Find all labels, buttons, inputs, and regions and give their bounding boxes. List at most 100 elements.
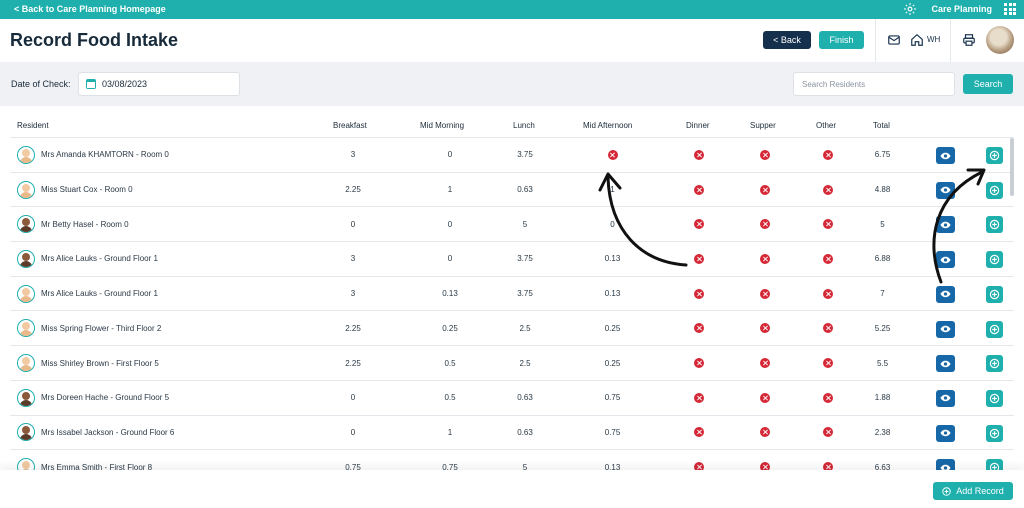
missing-entry-icon[interactable] <box>823 149 833 160</box>
missing-entry-icon[interactable] <box>823 323 833 334</box>
missing-entry-icon[interactable] <box>694 149 704 160</box>
cell-dinner[interactable] <box>689 277 709 311</box>
add-intake-button[interactable] <box>986 355 1003 373</box>
back-to-homepage-link[interactable]: < Back to Care Planning Homepage <box>14 4 166 14</box>
missing-entry-icon[interactable] <box>694 392 704 403</box>
view-button[interactable] <box>936 181 955 199</box>
missing-entry-icon[interactable] <box>694 323 704 334</box>
cell-other[interactable] <box>818 138 838 172</box>
add-intake-button[interactable] <box>986 285 1003 303</box>
cell-dinner[interactable] <box>689 207 709 241</box>
cell-other[interactable] <box>818 381 838 415</box>
back-button[interactable]: < Back <box>763 31 811 49</box>
cell-supper[interactable] <box>755 312 775 346</box>
cell-supper[interactable] <box>755 173 775 207</box>
view-button[interactable] <box>936 285 955 303</box>
missing-entry-icon[interactable] <box>694 427 704 438</box>
cell-other[interactable] <box>818 312 838 346</box>
cell-dinner[interactable] <box>689 381 709 415</box>
search-residents-input[interactable] <box>793 72 955 96</box>
cell-supper[interactable] <box>755 277 775 311</box>
missing-entry-icon[interactable] <box>823 288 833 299</box>
grid-icon[interactable] <box>1004 3 1016 15</box>
view-button[interactable] <box>936 389 955 407</box>
missing-entry-icon[interactable] <box>760 184 770 195</box>
cell-supper[interactable] <box>755 242 775 276</box>
missing-entry-icon[interactable] <box>694 253 704 264</box>
view-button[interactable] <box>936 320 955 338</box>
missing-entry-icon[interactable] <box>760 427 770 438</box>
resident-name: Mrs Issabel Jackson - Ground Floor 6 <box>41 427 175 437</box>
cell-other[interactable] <box>818 416 838 450</box>
cell-other[interactable] <box>818 207 838 241</box>
cell-dinner[interactable] <box>689 138 709 172</box>
finish-button[interactable]: Finish <box>819 31 864 49</box>
cell-supper[interactable] <box>755 416 775 450</box>
view-button[interactable] <box>936 216 955 234</box>
missing-entry-icon[interactable] <box>823 219 833 230</box>
cell-supper[interactable] <box>755 381 775 415</box>
cell-other[interactable] <box>818 346 838 380</box>
missing-entry-icon[interactable] <box>823 253 833 264</box>
add-intake-button[interactable] <box>986 147 1003 164</box>
missing-entry-icon[interactable] <box>823 427 833 438</box>
missing-entry-icon[interactable] <box>760 392 770 403</box>
home-icon[interactable] <box>910 33 924 47</box>
date-of-check-field[interactable]: 03/08/2023 <box>78 72 240 96</box>
add-intake-button[interactable] <box>986 424 1003 442</box>
gear-icon[interactable] <box>903 2 917 16</box>
cell-mid-afternoon: 0.13 <box>604 289 621 299</box>
missing-entry-icon[interactable] <box>694 358 704 369</box>
resident-name: Miss Spring Flower - Third Floor 2 <box>41 323 162 333</box>
add-intake-button[interactable] <box>986 181 1003 199</box>
missing-entry-icon[interactable] <box>694 184 704 195</box>
resident-avatar <box>17 319 35 338</box>
cell-lunch: 2.5 <box>519 323 531 333</box>
missing-entry-icon[interactable] <box>823 358 833 369</box>
missing-entry-icon[interactable] <box>760 149 770 160</box>
cell-other[interactable] <box>818 277 838 311</box>
missing-entry-icon[interactable] <box>823 184 833 195</box>
cell-supper[interactable] <box>755 138 775 172</box>
missing-entry-icon[interactable] <box>823 392 833 403</box>
search-button[interactable]: Search <box>963 74 1013 94</box>
cell-dinner[interactable] <box>689 173 709 207</box>
missing-entry-icon[interactable] <box>760 253 770 264</box>
cell-dinner[interactable] <box>689 346 709 380</box>
missing-entry-icon[interactable] <box>760 219 770 230</box>
page-title: Record Food Intake <box>10 30 179 50</box>
plus-circle-icon <box>989 428 1000 438</box>
resident-avatar <box>17 284 35 303</box>
cell-supper[interactable] <box>755 207 775 241</box>
table-row: Miss Stuart Cox - Room 0 2.25 1 0.63 1 4.88 <box>10 173 1014 208</box>
cell-dinner[interactable] <box>689 312 709 346</box>
view-button[interactable] <box>936 355 955 373</box>
cell-dinner[interactable] <box>689 242 709 276</box>
missing-entry-icon[interactable] <box>694 219 704 230</box>
add-record-button[interactable]: Add Record <box>933 482 1013 500</box>
cell-other[interactable] <box>818 242 838 276</box>
add-intake-button[interactable] <box>986 389 1003 407</box>
top-bar-right: Care Planning <box>903 2 1016 16</box>
add-intake-button[interactable] <box>986 216 1003 234</box>
missing-entry-icon[interactable] <box>694 288 704 299</box>
cell-mid-afternoon[interactable] <box>580 138 645 172</box>
view-button[interactable] <box>936 147 955 164</box>
cell-supper[interactable] <box>755 346 775 380</box>
add-intake-button[interactable] <box>986 251 1003 269</box>
view-button[interactable] <box>936 424 955 442</box>
user-avatar[interactable] <box>986 26 1014 54</box>
cell-other[interactable] <box>818 173 838 207</box>
missing-entry-icon[interactable] <box>760 358 770 369</box>
table-scrollbar[interactable] <box>1010 138 1014 196</box>
cell-dinner[interactable] <box>689 416 709 450</box>
food-intake-table: Resident Breakfast Mid Morning Lunch Mid… <box>10 112 1014 485</box>
mail-icon[interactable] <box>887 33 901 47</box>
view-button[interactable] <box>936 251 955 269</box>
cell-breakfast: 3 <box>350 254 356 264</box>
missing-entry-icon[interactable] <box>760 323 770 334</box>
add-intake-button[interactable] <box>986 320 1003 338</box>
missing-entry-icon[interactable] <box>607 149 618 160</box>
missing-entry-icon[interactable] <box>760 288 770 299</box>
printer-icon[interactable] <box>962 33 976 47</box>
